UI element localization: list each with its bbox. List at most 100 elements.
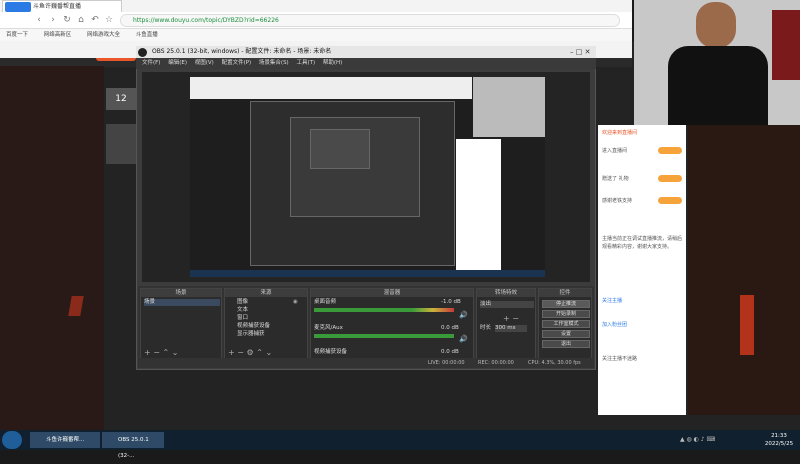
chat-notice: 主播当前正在调试直播推流，请稍后观看精彩内容，谢谢大家支持。: [602, 236, 683, 250]
nested-chat: [456, 139, 501, 277]
menu-file[interactable]: 文件(F): [142, 60, 160, 66]
exit-button[interactable]: 退出: [542, 340, 590, 348]
speaker-icon[interactable]: 🔊: [459, 335, 468, 343]
transition-toolbar[interactable]: + −: [503, 315, 519, 323]
chat-line: 进入直播间: [602, 148, 628, 154]
bookmarks-bar: 百度一下 网络高新区 网络游戏大全 斗鱼直播: [0, 29, 632, 41]
fire-spark: [68, 296, 84, 316]
fire-spark: [740, 295, 754, 355]
left-stream-video[interactable]: [0, 66, 104, 430]
taskbar-item-obs[interactable]: OBS 25.0.1 (32-...: [102, 432, 164, 459]
forward-icon[interactable]: ›: [48, 15, 58, 25]
nested-taskbar: [190, 270, 545, 277]
obs-menubar: 文件(F) 编辑(E) 视图(V) 配置文件(P) 场景集合(S) 工具(T) …: [136, 58, 596, 69]
streamer-body: [668, 46, 768, 125]
stop-streaming-button[interactable]: 停止推流: [542, 300, 590, 308]
nested-webcam: [473, 77, 545, 137]
menu-help[interactable]: 帮助(H): [323, 60, 342, 66]
streamer-head: [696, 2, 736, 48]
speaker-icon[interactable]: 🔊: [459, 311, 468, 319]
obs-title: OBS 25.0.1 (32-bit, windows) - 配置文件: 未命名…: [136, 46, 596, 58]
tab-badge: 百度号: [4, 15, 20, 21]
start-recording-button[interactable]: 开始录制: [542, 310, 590, 318]
controls-dock: 控件 停止推流 开始录制 工作室模式 设置 退出: [538, 288, 592, 366]
source-item[interactable]: 窗口: [228, 315, 248, 322]
home-icon[interactable]: ⌂: [76, 15, 86, 25]
mixer-channel-name: 桌面音频: [314, 299, 337, 305]
scene-toolbar[interactable]: + − ⌃ ⌄: [144, 349, 178, 357]
rec-timer: REC: 00:00:00: [478, 360, 514, 366]
obs-logo-icon: [138, 48, 147, 57]
star-icon[interactable]: ☆: [104, 15, 114, 25]
chair: [772, 10, 800, 80]
right-stream-video[interactable]: [688, 125, 800, 415]
recursive-capture: [190, 77, 545, 277]
address-bar[interactable]: https://www.douyu.com/topic/DYBZD?rid=66…: [120, 14, 620, 27]
source-toolbar[interactable]: + − ⚙ ⌃ ⌄: [228, 349, 272, 357]
source-item[interactable]: 文本: [228, 307, 248, 314]
taskbar-item-browser[interactable]: 斗鱼许巍番帮...: [30, 432, 100, 448]
sources-dock-title: 来源: [225, 289, 307, 297]
system-tray[interactable]: ▲ ◍ ◐ ♪ ⌨: [680, 436, 750, 444]
cpu-status: CPU: 4.3%, 30.00 fps: [528, 360, 581, 366]
browser-badge-icon: [5, 2, 31, 12]
room-number-badge: 12: [106, 88, 136, 110]
scenes-dock: 场景 场景 + − ⌃ ⌄: [140, 288, 222, 366]
nested-browser-bar: [190, 77, 472, 99]
gift-chip: [658, 147, 682, 154]
room-thumbnail[interactable]: [106, 124, 136, 164]
transitions-dock-title: 转场特效: [477, 289, 535, 297]
chat-line: 感谢老铁支持: [602, 198, 633, 204]
controls-dock-title: 控件: [539, 289, 591, 297]
obs-statusbar: LIVE: 00:00:00 REC: 00:00:00 CPU: 4.3%, …: [138, 358, 594, 368]
undo-icon[interactable]: ↶: [90, 15, 100, 25]
mixer-channel-name: 麦克风/Aux: [314, 325, 343, 331]
studio-mode-button[interactable]: 工作室模式: [542, 320, 590, 328]
source-item[interactable]: 视频捕获设备: [228, 323, 270, 330]
menu-scene-collection[interactable]: 场景集合(S): [259, 60, 289, 66]
clock-date: 2022/5/25: [764, 441, 794, 447]
chat-line: 欢迎来到直播间: [602, 130, 638, 136]
mixer-channel-name: 视频捕获设备: [314, 349, 348, 355]
transition-select[interactable]: 淡出: [480, 301, 534, 308]
webcam-overlay: [634, 0, 800, 125]
audio-meter: [314, 308, 454, 312]
live-timer: LIVE: 00:00:00: [428, 360, 465, 366]
source-item[interactable]: 显示器捕获: [228, 331, 265, 338]
mixer-channel-db: 0.0 dB: [441, 325, 459, 331]
settings-button[interactable]: 设置: [542, 330, 590, 338]
clock-time: 21:33: [771, 433, 787, 439]
duration-input[interactable]: 300 ms: [495, 325, 527, 332]
nested-obs-preview-2: [310, 129, 370, 169]
chat-panel: 欢迎来到直播间 进入直播间 赠送了 礼物 感谢老铁支持 主播当前正在调试直播推流…: [598, 125, 686, 415]
bookmark-item[interactable]: 斗鱼直播: [136, 32, 158, 38]
tab-title: 斗鱼许巍番帮直播: [33, 3, 82, 10]
back-icon[interactable]: ‹: [34, 15, 44, 25]
scene-item[interactable]: 场景: [144, 299, 220, 306]
visibility-eye-icon[interactable]: ◉: [293, 299, 298, 306]
menu-view[interactable]: 视图(V): [195, 60, 214, 66]
window-controls[interactable]: – □ ✕: [570, 47, 594, 57]
bookmark-item[interactable]: 网络游戏大全: [87, 32, 120, 38]
transitions-dock: 转场特效 淡出 + − 时长 300 ms: [476, 288, 536, 366]
mixer-dock-title: 混音器: [311, 289, 473, 297]
menu-profile[interactable]: 配置文件(P): [222, 60, 252, 66]
bookmark-item[interactable]: 网络高新区: [44, 32, 72, 38]
audio-meter: [314, 334, 454, 338]
browser-tab[interactable]: 斗鱼许巍番帮直播: [2, 0, 122, 12]
follow-link[interactable]: 关注主播: [602, 297, 622, 304]
menu-edit[interactable]: 编辑(E): [168, 60, 187, 66]
refresh-icon[interactable]: ↻: [62, 15, 72, 25]
menu-tools[interactable]: 工具(T): [296, 60, 315, 66]
mixer-channel-db: -1.0 dB: [441, 299, 461, 305]
bookmark-item[interactable]: 百度一下: [6, 32, 28, 38]
gift-chip: [658, 175, 682, 182]
clock[interactable]: 21:33 2022/5/25: [760, 432, 798, 448]
duration-label: 时长: [480, 325, 492, 331]
gift-chip: [658, 197, 682, 204]
fanclub-link[interactable]: 加入粉丝团: [602, 321, 627, 328]
start-button[interactable]: [2, 431, 22, 449]
chat-line: 赠送了 礼物: [602, 176, 629, 182]
scenes-dock-title: 场景: [141, 289, 221, 297]
source-item[interactable]: 图像: [228, 299, 248, 306]
